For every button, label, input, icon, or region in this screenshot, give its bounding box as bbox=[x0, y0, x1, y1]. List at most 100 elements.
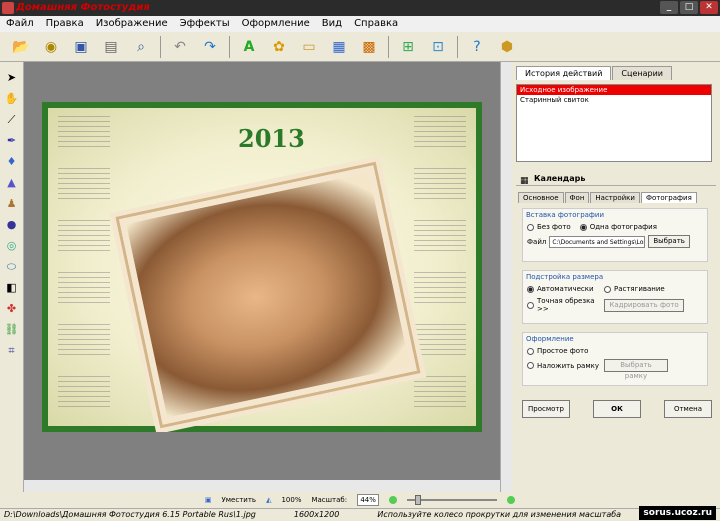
zoom-icon[interactable]: ⌕ bbox=[130, 36, 152, 58]
month-block bbox=[414, 114, 466, 158]
tab-photo[interactable]: Фотография bbox=[640, 192, 697, 203]
actual-size-icon[interactable]: ◭ bbox=[266, 496, 271, 504]
toolbar-separator bbox=[457, 35, 458, 58]
ok-button[interactable]: ОК bbox=[593, 400, 641, 418]
film-icon[interactable]: ◉ bbox=[40, 36, 62, 58]
zoom-slider[interactable] bbox=[407, 495, 498, 505]
crop-label: Точная обрезка >> bbox=[537, 297, 595, 313]
simple-photo-radio[interactable] bbox=[527, 347, 534, 355]
month-block bbox=[58, 322, 110, 366]
menu-view[interactable]: Вид bbox=[316, 16, 348, 32]
fit-button[interactable]: Уместить bbox=[222, 496, 257, 504]
pen-icon[interactable]: ✒ bbox=[4, 133, 20, 149]
palette-icon[interactable]: ✿ bbox=[268, 36, 290, 58]
contrast-icon[interactable]: ◧ bbox=[4, 280, 20, 296]
year-title: 2013 bbox=[238, 124, 305, 153]
resize-icon[interactable]: ⊞ bbox=[397, 36, 419, 58]
minimize-button[interactable]: _ bbox=[660, 1, 678, 14]
colors-icon[interactable]: ✤ bbox=[4, 301, 20, 317]
menu-effects[interactable]: Эффекты bbox=[174, 16, 236, 32]
help-icon[interactable]: ? bbox=[466, 36, 488, 58]
design-group: Оформление Простое фото Наложить рамку В… bbox=[522, 332, 708, 386]
link-icon[interactable]: ⛓ bbox=[4, 322, 20, 338]
size-group: Подстройка размера Автоматически Растяги… bbox=[522, 270, 708, 324]
tab-main[interactable]: Основное bbox=[518, 192, 564, 203]
month-block bbox=[58, 218, 110, 262]
file-label: Файл bbox=[527, 237, 547, 246]
hand-icon[interactable]: ✋ bbox=[4, 91, 20, 107]
stretch-radio[interactable] bbox=[604, 285, 611, 293]
folder-icon[interactable]: 📂 bbox=[10, 36, 32, 58]
calendar-paper: 2013 bbox=[48, 108, 476, 426]
fit-icon[interactable]: ▣ bbox=[205, 496, 212, 504]
print-icon[interactable]: ▤ bbox=[100, 36, 122, 58]
no-photo-radio[interactable] bbox=[527, 223, 534, 231]
month-block bbox=[58, 374, 110, 418]
status-hint: Используйте колесо прокрутки для изменен… bbox=[377, 510, 622, 519]
browse-button[interactable]: Выбрать bbox=[648, 235, 690, 248]
maximize-button[interactable]: □ bbox=[680, 1, 698, 14]
scale-icon[interactable]: ⊡ bbox=[427, 36, 449, 58]
calendar-icon[interactable]: ▦ bbox=[328, 36, 350, 58]
history-item[interactable]: Старинный свиток bbox=[517, 95, 711, 105]
title-bar: Домашняя Фотостудия _ □ ✕ bbox=[0, 0, 720, 16]
zoom-slider-knob[interactable] bbox=[415, 495, 422, 505]
text-icon[interactable]: A bbox=[238, 36, 260, 58]
history-item[interactable]: Исходное изображение bbox=[517, 85, 711, 95]
insert-photo-group: Вставка фотографии Без фото Одна фотогра… bbox=[522, 208, 708, 262]
app-icon bbox=[2, 2, 14, 14]
menu-image[interactable]: Изображение bbox=[90, 16, 174, 32]
picture-icon[interactable]: ▩ bbox=[358, 36, 380, 58]
one-photo-radio[interactable] bbox=[579, 223, 587, 231]
file-path: D:\Downloads\Домашняя Фотостудия 6.15 Po… bbox=[4, 510, 256, 519]
zoom-in-icon[interactable] bbox=[507, 496, 516, 504]
window-title: Домашняя Фотостудия bbox=[16, 2, 150, 13]
toolbar-separator bbox=[388, 35, 389, 58]
horizontal-scrollbar[interactable] bbox=[24, 480, 500, 492]
frame-radio[interactable] bbox=[527, 362, 534, 369]
auto-label: Автоматически bbox=[537, 285, 594, 293]
drop-icon[interactable]: ♦ bbox=[4, 154, 20, 170]
stamp-icon[interactable]: ♟ bbox=[4, 196, 20, 212]
tab-background[interactable]: Фон bbox=[564, 192, 590, 203]
save-icon[interactable]: ▣ bbox=[70, 36, 92, 58]
menu-design[interactable]: Оформление bbox=[236, 16, 316, 32]
month-block bbox=[58, 114, 110, 158]
menu-file[interactable]: Файл bbox=[0, 16, 40, 32]
zoom-out-icon[interactable] bbox=[389, 496, 398, 504]
image-size: 1600x1200 bbox=[293, 510, 340, 519]
undo-icon[interactable]: ↶ bbox=[169, 36, 191, 58]
close-button[interactable]: ✕ bbox=[700, 1, 718, 14]
no-photo-label: Без фото bbox=[537, 223, 571, 231]
tab-history[interactable]: История действий bbox=[516, 66, 612, 80]
box-icon[interactable]: ⬢ bbox=[496, 36, 518, 58]
arrow-icon[interactable]: ➤ bbox=[4, 70, 20, 86]
vertical-scrollbar[interactable] bbox=[500, 62, 512, 492]
frame-icon[interactable]: ▭ bbox=[298, 36, 320, 58]
menu-edit[interactable]: Правка bbox=[40, 16, 90, 32]
month-block bbox=[414, 374, 466, 418]
ellipse-icon[interactable]: ● bbox=[4, 217, 20, 233]
auto-radio[interactable] bbox=[527, 285, 534, 293]
month-block bbox=[414, 322, 466, 366]
tab-settings[interactable]: Настройки bbox=[590, 192, 640, 203]
actual-size-button[interactable]: 100% bbox=[281, 496, 301, 504]
cancel-button[interactable]: Отмена bbox=[664, 400, 712, 418]
wand-icon[interactable]: ⟋ bbox=[4, 112, 20, 128]
redo-icon[interactable]: ↷ bbox=[199, 36, 221, 58]
ring-icon[interactable]: ◎ bbox=[4, 238, 20, 254]
preview-button[interactable]: Просмотр bbox=[522, 400, 570, 418]
tab-scenarios[interactable]: Сценарии bbox=[612, 66, 672, 80]
menu-help[interactable]: Справка bbox=[348, 16, 404, 32]
choose-frame-button[interactable]: Выбрать рамку bbox=[604, 359, 668, 380]
crop-icon[interactable]: ⌗ bbox=[4, 343, 20, 359]
crop-photo-button[interactable]: Кадрировать фото bbox=[604, 298, 684, 312]
calendar-header: ▦ Календарь bbox=[516, 172, 716, 186]
crop-radio[interactable] bbox=[527, 301, 534, 309]
file-path-field[interactable]: C:\Documents and Settings\Lor bbox=[549, 235, 646, 248]
canvas-area[interactable]: 2013 bbox=[24, 62, 500, 492]
left-toolbar: ➤ ✋ ⟋ ✒ ♦ ▲ ♟ ● ◎ ⬭ ◧ ✤ ⛓ ⌗ bbox=[0, 62, 24, 492]
triangle-icon[interactable]: ▲ bbox=[4, 175, 20, 191]
scale-field[interactable]: 44% bbox=[357, 494, 380, 506]
oval-icon[interactable]: ⬭ bbox=[4, 259, 20, 275]
